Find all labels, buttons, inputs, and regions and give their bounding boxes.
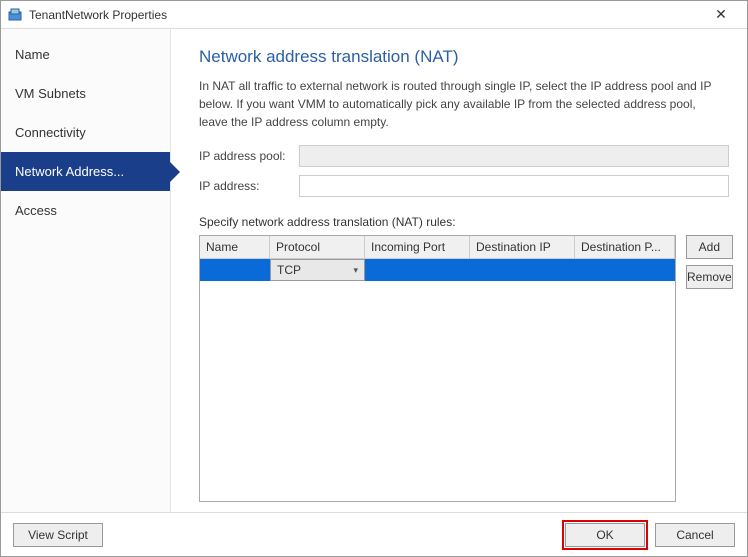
cancel-button[interactable]: Cancel — [655, 523, 735, 547]
dialog-body: Name VM Subnets Connectivity Network Add… — [1, 29, 747, 512]
footer: View Script OK Cancel — [1, 512, 747, 556]
chevron-down-icon: ▾ — [353, 265, 358, 276]
page-title: Network address translation (NAT) — [199, 47, 729, 67]
grid-header: Name Protocol Incoming Port Destination … — [200, 236, 675, 259]
ip-pool-label: IP address pool: — [199, 149, 299, 163]
cell-protocol-value: TCP — [277, 263, 301, 277]
grid-body: TCP ▾ — [200, 259, 675, 501]
col-destination-ip[interactable]: Destination IP — [470, 236, 575, 258]
remove-button[interactable]: Remove — [686, 265, 733, 289]
main-panel: Network address translation (NAT) In NAT… — [171, 29, 747, 512]
col-incoming-port[interactable]: Incoming Port — [365, 236, 470, 258]
ip-pool-row: IP address pool: — [199, 145, 729, 167]
window-title: TenantNetwork Properties — [29, 8, 701, 22]
add-button[interactable]: Add — [686, 235, 733, 259]
sidebar-item-connectivity[interactable]: Connectivity — [1, 113, 170, 152]
page-description: In NAT all traffic to external network i… — [199, 77, 719, 131]
col-protocol[interactable]: Protocol — [270, 236, 365, 258]
cell-destination-ip[interactable] — [470, 259, 575, 281]
col-destination-port[interactable]: Destination P... — [575, 236, 675, 258]
ip-address-label: IP address: — [199, 179, 299, 193]
rules-area: Name Protocol Incoming Port Destination … — [199, 235, 729, 502]
col-name[interactable]: Name — [200, 236, 270, 258]
view-script-button[interactable]: View Script — [13, 523, 103, 547]
cell-protocol-dropdown[interactable]: TCP ▾ — [270, 259, 365, 281]
close-icon[interactable]: ✕ — [701, 6, 741, 23]
ip-address-row: IP address: — [199, 175, 729, 197]
sidebar: Name VM Subnets Connectivity Network Add… — [1, 29, 171, 512]
cell-incoming-port[interactable] — [365, 259, 470, 281]
sidebar-item-access[interactable]: Access — [1, 191, 170, 230]
ip-address-field[interactable] — [299, 175, 729, 197]
rules-label: Specify network address translation (NAT… — [199, 215, 729, 229]
app-icon — [7, 7, 23, 23]
titlebar: TenantNetwork Properties ✕ — [1, 1, 747, 29]
sidebar-item-name[interactable]: Name — [1, 35, 170, 74]
grid-side-buttons: Add Remove — [686, 235, 733, 502]
cell-name[interactable] — [200, 259, 270, 281]
cell-destination-port[interactable] — [575, 259, 675, 281]
rules-grid: Name Protocol Incoming Port Destination … — [199, 235, 676, 502]
sidebar-item-network-address[interactable]: Network Address... — [1, 152, 170, 191]
table-row[interactable]: TCP ▾ — [200, 259, 675, 281]
ip-pool-field[interactable] — [299, 145, 729, 167]
ok-button[interactable]: OK — [565, 523, 645, 547]
sidebar-item-vm-subnets[interactable]: VM Subnets — [1, 74, 170, 113]
